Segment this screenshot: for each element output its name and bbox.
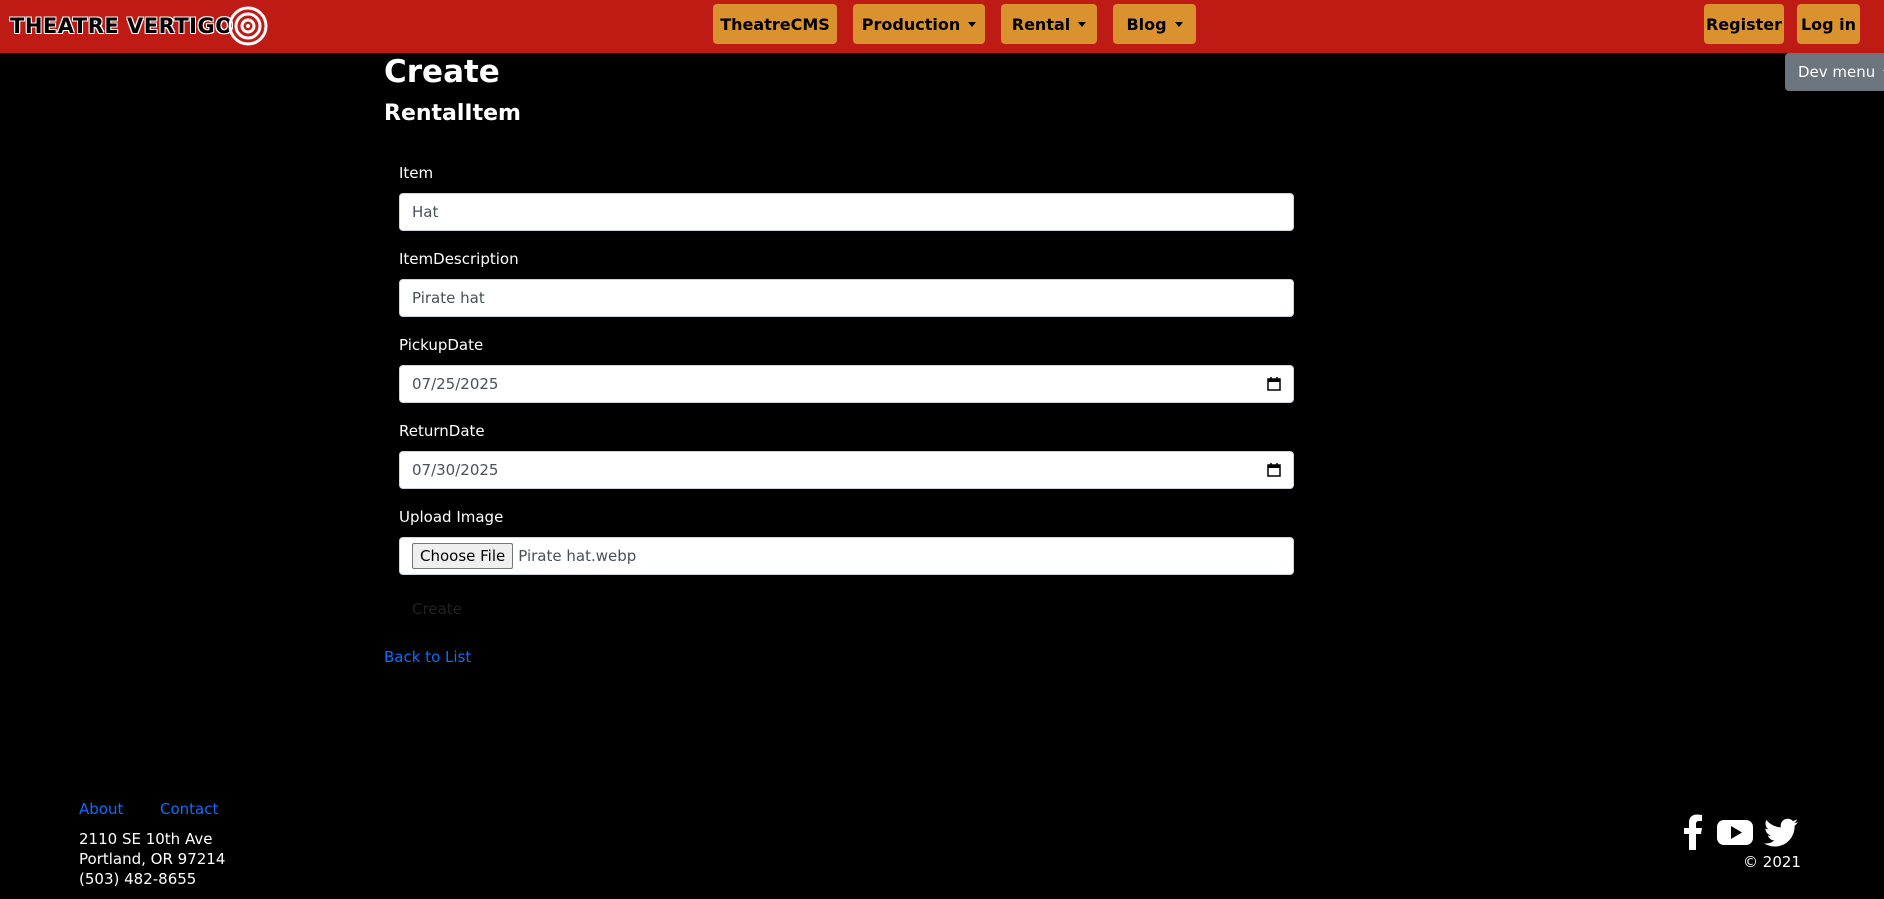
return-date-label: ReturnDate [399, 422, 485, 440]
return-date-value: 07/30/2025 [412, 461, 499, 479]
description-input[interactable]: Pirate hat [399, 279, 1294, 317]
nav-rental-label: Rental [1011, 14, 1071, 34]
top-navbar: THEATRE VERTIGO TheatreCMS Production Re… [0, 0, 1884, 53]
description-label: ItemDescription [399, 250, 519, 268]
footer-about-link[interactable]: About [79, 800, 123, 818]
logo-text: THEATRE VERTIGO [10, 14, 234, 38]
return-date-input[interactable]: 07/30/2025 [399, 451, 1294, 489]
dev-menu-label: Dev menu [1798, 63, 1876, 81]
upload-image-input[interactable]: Choose File Pirate hat.webp [399, 537, 1294, 575]
dev-menu-dropdown[interactable]: Dev menu [1785, 53, 1884, 91]
copyright-year: 2021 [1762, 853, 1801, 871]
address-line-2: Portland, OR 97214 [79, 850, 226, 868]
theatre-vertigo-logo[interactable]: THEATRE VERTIGO [10, 6, 268, 46]
logo-swirl-icon [228, 6, 268, 46]
item-input[interactable]: Hat [399, 193, 1294, 231]
copyright: © 2021 [1743, 853, 1801, 871]
copyright-icon: © [1743, 853, 1758, 871]
page-subtitle: RentalItem [384, 101, 521, 126]
facebook-icon[interactable] [1682, 814, 1704, 850]
page-title: Create [384, 54, 500, 90]
chevron-down-icon [1078, 21, 1087, 27]
calendar-icon[interactable] [1267, 377, 1281, 391]
file-name: Pirate hat.webp [518, 547, 637, 565]
register-button[interactable]: Register [1704, 4, 1784, 44]
twitter-icon[interactable] [1764, 814, 1800, 850]
phone-number: (503) 482-8655 [79, 870, 197, 888]
pickup-date-label: PickupDate [399, 336, 484, 354]
pickup-date-value: 07/25/2025 [412, 375, 499, 393]
nav-blog-dropdown[interactable]: Blog [1113, 4, 1196, 44]
login-button[interactable]: Log in [1797, 4, 1860, 44]
nav-theatrecms-label: TheatreCMS [720, 14, 830, 34]
nav-blog-label: Blog [1126, 14, 1167, 34]
back-to-list-link[interactable]: Back to List [384, 648, 471, 666]
item-label: Item [399, 164, 434, 182]
youtube-icon[interactable] [1716, 814, 1754, 850]
nav-production-label: Production [861, 14, 961, 34]
description-value: Pirate hat [412, 289, 485, 307]
create-button[interactable]: Create [412, 600, 462, 618]
pickup-date-input[interactable]: 07/25/2025 [399, 365, 1294, 403]
upload-image-label: Upload Image [399, 508, 504, 526]
chevron-down-icon [1174, 21, 1183, 27]
address-line-1: 2110 SE 10th Ave [79, 830, 213, 848]
nav-production-dropdown[interactable]: Production [853, 4, 985, 44]
login-label: Log in [1800, 14, 1857, 34]
nav-rental-dropdown[interactable]: Rental [1001, 4, 1097, 44]
register-label: Register [1705, 14, 1783, 34]
choose-file-button[interactable]: Choose File [412, 543, 514, 569]
calendar-icon[interactable] [1267, 463, 1281, 477]
item-value: Hat [412, 203, 439, 221]
chevron-down-icon [968, 21, 977, 27]
footer-contact-link[interactable]: Contact [160, 800, 218, 818]
nav-theatrecms-button[interactable]: TheatreCMS [713, 4, 837, 44]
